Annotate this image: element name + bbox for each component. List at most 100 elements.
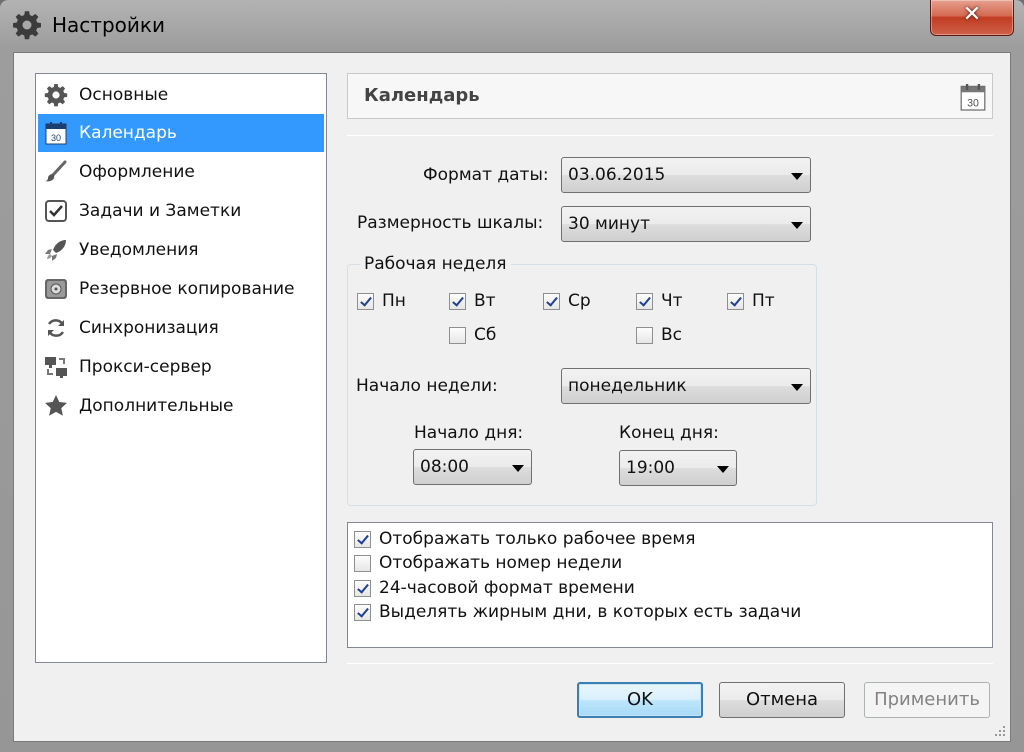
checkbox[interactable] — [543, 292, 560, 310]
sidebar-item-tasks-notes[interactable]: Задачи и Заметки — [38, 192, 324, 230]
chevron-down-icon — [791, 222, 803, 229]
chevron-down-icon — [791, 173, 803, 180]
sidebar-item-label: Календарь — [79, 123, 177, 143]
option-bold-task-days[interactable]: Выделять жирным дни, в которых есть зада… — [354, 602, 801, 622]
day-checkbox-thu[interactable]: Чт — [636, 291, 683, 311]
sidebar-item-calendar[interactable]: 30 Календарь — [38, 114, 324, 152]
checkbox[interactable] — [354, 579, 371, 597]
sidebar-item-label: Задачи и Заметки — [79, 201, 242, 221]
day-checkbox-sun[interactable]: Вс — [636, 325, 682, 345]
sidebar-item-label: Прокси-сервер — [79, 357, 212, 377]
chevron-down-icon — [512, 465, 524, 472]
cancel-button[interactable]: Отмена — [719, 682, 845, 718]
section-header: Календарь 30 — [347, 73, 993, 119]
day-label: Чт — [661, 291, 683, 311]
scale-value: 30 минут — [568, 214, 650, 234]
day-checkbox-wed[interactable]: Ср — [543, 291, 591, 311]
header-separator — [347, 135, 993, 136]
star-icon — [43, 393, 69, 419]
day-checkbox-fri[interactable]: Пт — [727, 291, 775, 311]
gear-icon — [13, 11, 42, 40]
sidebar-item-appearance[interactable]: Оформление — [38, 153, 324, 191]
scale-label: Размерность шкалы: — [357, 213, 544, 233]
date-format-select[interactable]: 03.06.2015 — [561, 157, 811, 193]
day-end-value: 19:00 — [626, 458, 675, 478]
week-start-value: понедельник — [568, 376, 687, 396]
network-icon — [43, 354, 69, 380]
checkbox[interactable] — [449, 326, 466, 344]
sidebar-item-label: Оформление — [79, 162, 195, 182]
apply-button[interactable]: Применить — [864, 682, 990, 718]
sync-icon — [43, 315, 69, 341]
checkbox[interactable] — [357, 292, 374, 310]
date-format-label: Формат даты: — [423, 165, 549, 185]
checkbox[interactable] — [354, 603, 371, 621]
checkbox-icon — [43, 198, 69, 224]
week-start-select[interactable]: понедельник — [561, 368, 811, 404]
gear-icon — [43, 82, 69, 108]
checkbox[interactable] — [354, 554, 371, 572]
chevron-down-icon — [717, 466, 729, 473]
checkbox[interactable] — [636, 326, 653, 344]
day-label: Пн — [382, 291, 406, 311]
option-label: Отображать номер недели — [379, 553, 623, 573]
day-end-select[interactable]: 19:00 — [619, 450, 737, 486]
sidebar-item-notifications[interactable]: Уведомления — [38, 231, 324, 269]
sidebar-item-backup[interactable]: Резервное копирование — [38, 270, 324, 308]
sidebar-item-proxy[interactable]: Прокси-сервер — [38, 348, 324, 386]
checkbox[interactable] — [449, 292, 466, 310]
day-checkbox-mon[interactable]: Пн — [357, 291, 406, 311]
sidebar-item-label: Основные — [79, 85, 169, 105]
title-bar[interactable]: Настройки ✕ — [0, 0, 1024, 52]
day-end-label: Конец дня: — [619, 423, 719, 443]
rocket-icon — [43, 237, 69, 263]
calendar-icon: 30 — [960, 84, 986, 111]
day-label: Вс — [661, 325, 683, 345]
chevron-down-icon — [791, 384, 803, 391]
option-week-number[interactable]: Отображать номер недели — [354, 553, 622, 573]
work-week-title: Рабочая неделя — [360, 254, 511, 274]
client-area: Основные 30 Календарь Оформление Задачи … — [13, 52, 1011, 742]
day-label: Пт — [752, 291, 775, 311]
day-checkbox-sat[interactable]: Сб — [449, 325, 496, 345]
sidebar-item-label: Синхронизация — [79, 318, 219, 338]
checkbox[interactable] — [727, 292, 744, 310]
sidebar-item-advanced[interactable]: Дополнительные — [38, 387, 324, 425]
week-start-label: Начало недели: — [356, 376, 498, 396]
sidebar-item-sync[interactable]: Синхронизация — [38, 309, 324, 347]
sidebar-item-general[interactable]: Основные — [38, 76, 324, 114]
day-start-select[interactable]: 08:00 — [413, 449, 532, 485]
day-start-value: 08:00 — [420, 457, 469, 477]
section-title: Календарь — [364, 85, 480, 106]
brush-icon — [43, 159, 69, 185]
settings-window: Настройки ✕ Основные 30 Календарь Оформл… — [0, 0, 1024, 752]
resize-grip-icon[interactable] — [994, 725, 1006, 737]
day-label: Сб — [474, 325, 497, 345]
ok-button[interactable]: OK — [577, 682, 703, 718]
date-format-value: 03.06.2015 — [568, 165, 666, 185]
option-label: Выделять жирным дни, в которых есть зада… — [379, 602, 802, 622]
option-label: 24-часовой формат времени — [379, 578, 635, 598]
option-label: Отображать только рабочее время — [379, 529, 696, 549]
svg-text:30: 30 — [51, 133, 61, 143]
scale-select[interactable]: 30 минут — [561, 206, 811, 242]
svg-text:30: 30 — [967, 97, 979, 109]
day-label: Ср — [568, 291, 591, 311]
display-options-list[interactable]: Отображать только рабочее время Отобража… — [347, 522, 993, 648]
day-start-label: Начало дня: — [414, 423, 524, 443]
close-button[interactable]: ✕ — [930, 0, 1014, 36]
option-24h-format[interactable]: 24-часовой формат времени — [354, 578, 635, 598]
sidebar-item-label: Резервное копирование — [79, 279, 295, 299]
close-icon: ✕ — [962, 2, 982, 27]
footer-separator — [347, 663, 993, 664]
sidebar-item-label: Дополнительные — [79, 396, 234, 416]
sidebar-item-label: Уведомления — [79, 240, 199, 260]
option-work-hours-only[interactable]: Отображать только рабочее время — [354, 529, 695, 549]
day-checkbox-tue[interactable]: Вт — [449, 291, 496, 311]
settings-category-list[interactable]: Основные 30 Календарь Оформление Задачи … — [35, 73, 327, 663]
checkbox[interactable] — [354, 530, 371, 548]
day-label: Вт — [474, 291, 496, 311]
disk-icon — [43, 276, 69, 302]
checkbox[interactable] — [636, 292, 653, 310]
window-title: Настройки — [52, 13, 165, 37]
